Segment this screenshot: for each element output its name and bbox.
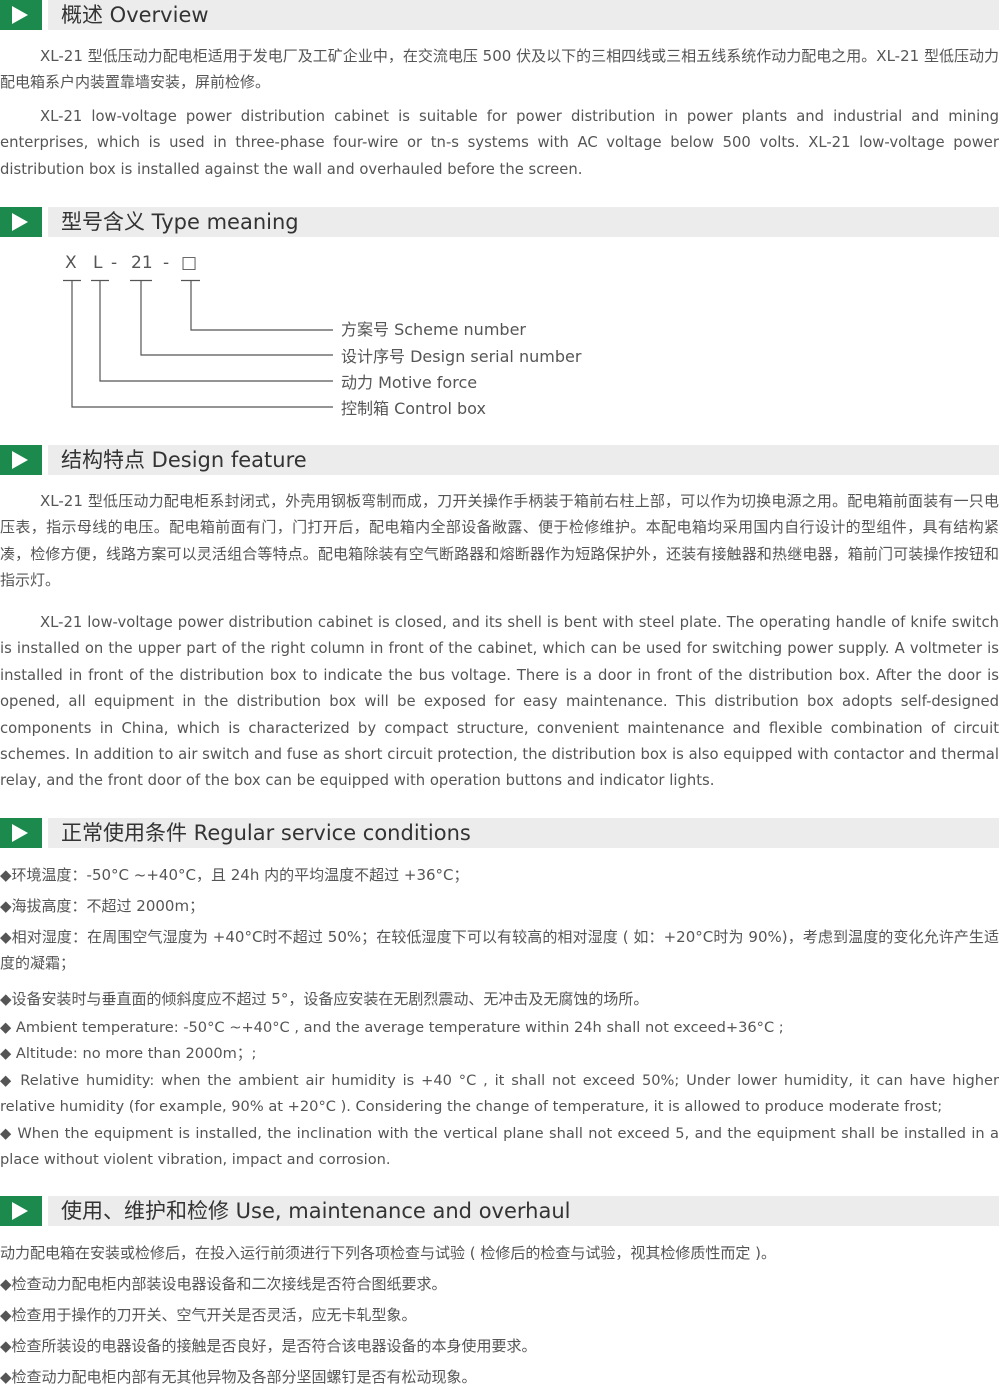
list-item: ◆检查所装设的电器设备的接触是否良好，是否符合该电器设备的本身使用要求。	[0, 1337, 537, 1355]
section-title-service-conditions: 正常使用条件 Regular service conditions	[61, 821, 471, 845]
play-arrow-icon	[0, 818, 42, 848]
label-control-box: 控制箱 Control box	[341, 399, 486, 418]
list-item: ◆检查用于操作的刀开关、空气开关是否灵活，应无卡轧型象。	[0, 1306, 417, 1324]
list-item: ◆检查动力配电柜内部有无其他异物及各部分坚固螺钉是否有松动现象。	[0, 1368, 477, 1386]
list-item: ◆设备安装时与垂直面的倾斜度应不超过 5°，设备应安装在无剧烈震动、无冲击及无腐…	[0, 990, 649, 1008]
list-item: ◆ When the equipment is installed, the i…	[0, 1125, 999, 1169]
label-scheme-number: 方案号 Scheme number	[341, 320, 526, 339]
list-item: ◆ Relative humidity: when the ambient ai…	[0, 1072, 999, 1116]
list-item: ◆海拔高度：不超过 2000m；	[0, 897, 205, 915]
list-item: ◆环境温度：-50°C ~+40°C，且 24h 内的平均温度不超过 +36°C…	[0, 866, 469, 884]
list-item: ◆ Ambient temperature: -50°C ~+40°C , an…	[0, 1019, 784, 1036]
play-arrow-icon	[0, 445, 42, 475]
design-feature-paragraph-en: XL-21 low-voltage power distribution cab…	[0, 614, 999, 790]
label-design-serial-number: 设计序号 Design serial number	[341, 347, 582, 366]
list-item: ◆相对湿度：在周围空气湿度为 +40°C时不超过 50%；在较低湿度下可以有较高…	[0, 928, 999, 973]
design-feature-paragraph-cn: XL-21 型低压动力配电柜系封闭式，外壳用钢板弯制而成，刀开关操作手柄装于箱前…	[0, 492, 999, 590]
label-motive-force: 动力 Motive force	[341, 373, 478, 392]
maintenance-intro: 动力配电箱在安装或检修后，在投入运行前须进行下列各项检查与试验 ( 检修后的检查…	[0, 1244, 777, 1262]
section-title-maintenance: 使用、维护和检修 Use, maintenance and overhaul	[61, 1199, 571, 1223]
section-title-design-feature: 结构特点 Design feature	[61, 448, 307, 472]
section-header-service-conditions: 正常使用条件 Regular service conditions	[0, 818, 999, 848]
list-item: ◆ Altitude: no more than 2000m；;	[0, 1045, 257, 1062]
section-header-maintenance: 使用、维护和检修 Use, maintenance and overhaul	[0, 1196, 999, 1226]
section-header-design-feature: 结构特点 Design feature	[0, 445, 999, 475]
list-item: ◆检查动力配电柜内部装设电器设备和二次接线是否符合图纸要求。	[0, 1275, 447, 1293]
play-arrow-icon	[0, 1196, 42, 1226]
